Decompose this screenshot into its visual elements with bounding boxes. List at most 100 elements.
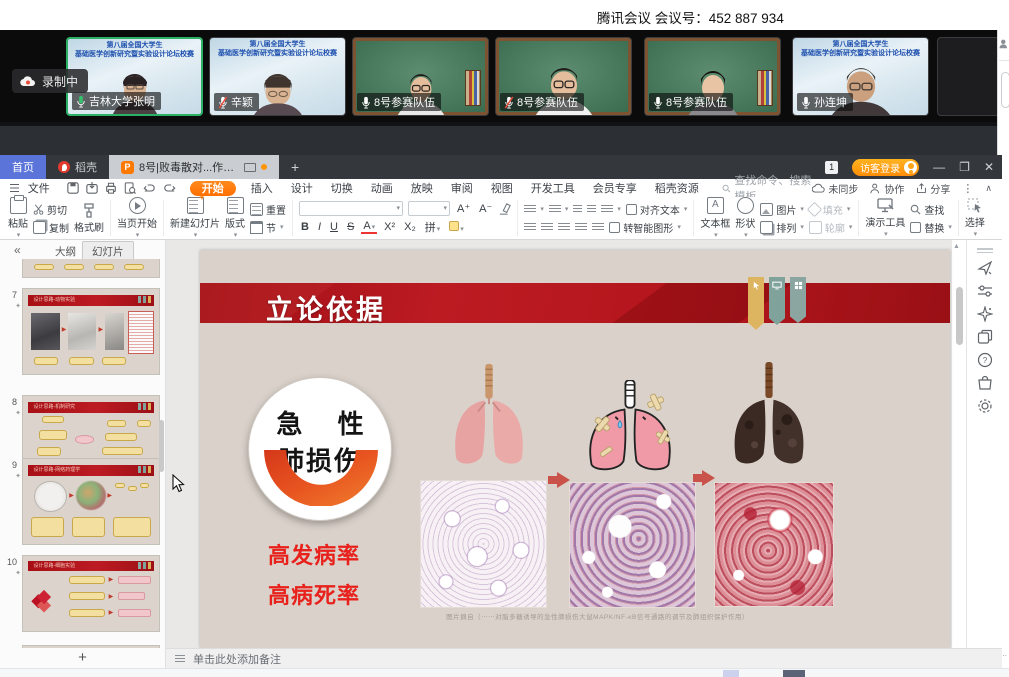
underline-button[interactable]: U — [328, 221, 340, 233]
font-size-select[interactable] — [408, 201, 450, 216]
bullets-button[interactable] — [524, 205, 544, 214]
menu-view[interactable]: 视图 — [482, 180, 522, 196]
properties-icon[interactable] — [977, 283, 993, 299]
video-thumb-7-partial[interactable] — [937, 37, 997, 116]
bold-button[interactable]: B — [299, 221, 311, 233]
print-icon[interactable] — [105, 182, 117, 194]
more-options-icon[interactable]: ⋮ — [962, 182, 973, 195]
reset-button[interactable]: 重置 — [250, 202, 286, 217]
close-button[interactable]: ✕ — [984, 161, 994, 173]
font-family-select[interactable] — [299, 201, 403, 216]
outline-button[interactable]: 轮廓 — [809, 220, 853, 235]
textbox-button[interactable]: A文本框 — [700, 197, 730, 239]
decrease-indent-button[interactable] — [573, 205, 582, 214]
tab-home[interactable]: 首页 — [0, 155, 46, 179]
redo-icon[interactable] — [163, 182, 176, 194]
distribute-button[interactable] — [592, 223, 604, 232]
notes-bar[interactable]: 单击此处添加备注 — [166, 648, 1002, 668]
minimize-button[interactable]: — — [933, 161, 945, 173]
picture-button[interactable]: 图片 — [760, 202, 804, 217]
align-text-button[interactable]: 对齐文本 — [626, 202, 688, 217]
restore-button[interactable]: ❐ — [959, 161, 970, 173]
template-store-icon[interactable] — [977, 375, 993, 391]
help-icon[interactable]: ? — [977, 352, 993, 368]
menu-member[interactable]: 会员专享 — [584, 180, 646, 196]
panel-scrollbar[interactable] — [159, 420, 164, 472]
subscript-button[interactable]: X₂ — [402, 221, 418, 233]
align-center-button[interactable] — [541, 223, 553, 232]
grow-font-button[interactable]: A⁺ — [455, 202, 472, 215]
share-button[interactable]: 分享 — [916, 181, 950, 196]
slide-thumb-7[interactable]: 设计思路-动物实验 ▶ ▶ — [22, 288, 160, 375]
menu-design[interactable]: 设计 — [282, 180, 322, 196]
new-slide-button[interactable]: 新建幻灯片 — [170, 197, 220, 239]
video-thumb-2[interactable]: 第八届全国大学生基础医学创新研究暨实验设计论坛校赛 辛颖 — [209, 37, 346, 116]
italic-button[interactable]: I — [316, 221, 323, 233]
print-preview-icon[interactable] — [124, 182, 136, 194]
highlight-button[interactable] — [447, 221, 466, 234]
collapse-panel-button[interactable]: « — [14, 243, 21, 257]
line-spacing-button[interactable] — [601, 205, 621, 214]
video-thumb-4[interactable]: 8号参赛队伍 — [495, 37, 632, 116]
notes-placeholder[interactable]: 单击此处添加备注 — [193, 651, 281, 667]
menu-slideshow[interactable]: 放映 — [402, 180, 442, 196]
font-color-button[interactable]: A — [361, 220, 377, 234]
slide-thumb-9[interactable]: 设计思路-网络药理学 ▶ ▶ — [22, 458, 160, 545]
replace-button[interactable]: 替换 — [910, 220, 952, 235]
menu-transition[interactable]: 切换 — [322, 180, 362, 196]
collapse-ribbon-icon[interactable]: ∧ — [985, 183, 992, 194]
panel-resize-handle[interactable] — [977, 248, 993, 253]
paste-button[interactable]: 粘贴 — [8, 197, 28, 239]
fill-button[interactable]: 填充 — [809, 202, 853, 217]
smartart-button[interactable]: 转智能图形 — [609, 220, 681, 235]
slide-thumb-10[interactable]: 设计思路-细胞实验 ▶ ▶ ▶ — [22, 555, 160, 632]
menu-file[interactable]: 文件 — [19, 180, 59, 196]
editor-scrollbar[interactable] — [956, 287, 963, 345]
numbering-button[interactable] — [549, 205, 569, 214]
collaborate-button[interactable]: 协作 — [870, 181, 904, 196]
taskbar-item[interactable] — [723, 670, 739, 677]
align-right-button[interactable] — [558, 223, 570, 232]
new-tab-button[interactable]: + — [279, 155, 311, 179]
arrange-button[interactable]: 排列 — [760, 220, 804, 235]
taskbar-item-active[interactable] — [783, 670, 805, 677]
menu-docer-resources[interactable]: 稻壳资源 — [646, 180, 708, 196]
format-painter-button[interactable]: 格式刷 — [74, 203, 104, 234]
increase-indent-button[interactable] — [587, 205, 596, 214]
menu-animation[interactable]: 动画 — [362, 180, 402, 196]
align-left-button[interactable] — [524, 223, 536, 232]
settings-icon[interactable] — [977, 398, 993, 414]
phonetic-guide-button[interactable]: 拼 — [423, 219, 443, 235]
hamburger-icon[interactable] — [10, 184, 19, 192]
justify-button[interactable] — [575, 223, 587, 232]
video-thumb-6[interactable]: 第八届全国大学生基础医学创新研究暨实验设计论坛校赛 孙连坤 — [792, 37, 929, 116]
rail-handle[interactable] — [1001, 72, 1009, 108]
slide-thumb-6-partial[interactable] — [22, 259, 160, 278]
video-thumb-3[interactable]: 8号参赛队伍 — [352, 37, 489, 116]
ai-assistant-icon[interactable] — [977, 260, 993, 276]
menu-start[interactable]: 开始 — [190, 181, 236, 196]
select-button[interactable]: 选择 — [965, 198, 985, 238]
present-tools-button[interactable]: 演示工具 — [865, 198, 905, 238]
menu-insert[interactable]: 插入 — [242, 180, 282, 196]
play-from-current-button[interactable]: 当页开始 — [117, 197, 157, 239]
participants-panel-icon[interactable] — [999, 38, 1009, 50]
duplicate-slide-icon[interactable] — [977, 329, 993, 345]
scroll-up-arrow[interactable]: ▲ — [953, 243, 960, 250]
cut-button[interactable]: 剪切 — [33, 202, 69, 217]
find-button[interactable]: 查找 — [910, 202, 952, 217]
effects-icon[interactable] — [977, 306, 993, 322]
tab-list-button[interactable]: 1 — [825, 161, 838, 174]
superscript-button[interactable]: X² — [382, 221, 397, 233]
section-button[interactable]: 节 — [250, 220, 286, 235]
add-slide-button[interactable]: + — [68, 648, 98, 668]
clear-format-icon[interactable] — [499, 203, 511, 215]
sync-status[interactable]: 未同步 — [812, 181, 858, 196]
tab-docer[interactable]: 稻壳 — [46, 155, 109, 179]
layout-button[interactable]: 版式 — [225, 197, 245, 239]
tab-document[interactable]: P 8号|败毒散对...作用及机制研究 — [109, 155, 279, 179]
shapes-button[interactable]: 形状 — [735, 197, 755, 239]
guest-login-button[interactable]: 访客登录 — [852, 159, 919, 176]
copy-button[interactable]: 复制 — [33, 220, 69, 235]
slide-canvas[interactable]: 立论依据 急 性 肺损伤 高发病率 高病死率 — [200, 250, 950, 648]
